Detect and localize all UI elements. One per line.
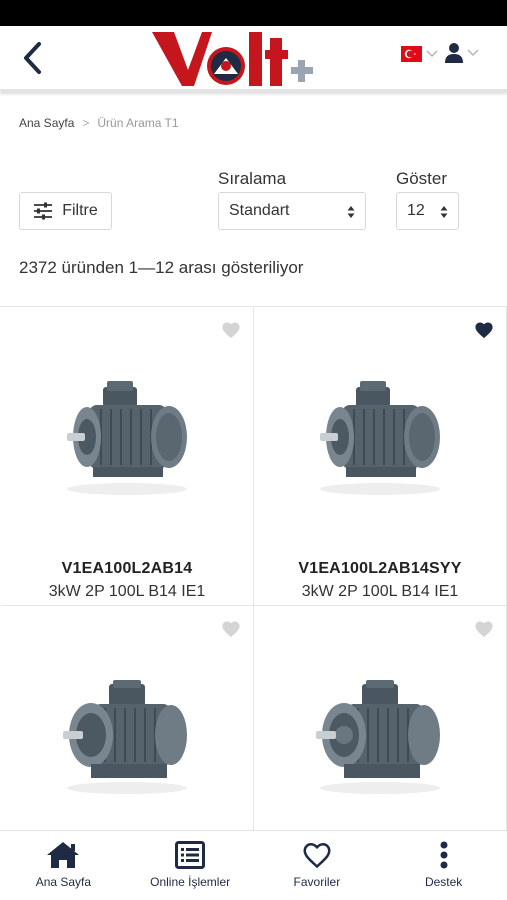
- favorite-heart-icon[interactable]: [221, 620, 241, 638]
- breadcrumb-home-link[interactable]: Ana Sayfa: [19, 116, 74, 130]
- status-bar: [0, 0, 507, 26]
- breadcrumb: Ana Sayfa > Ürün Arama T1: [19, 116, 179, 130]
- user-account-button[interactable]: [444, 42, 479, 64]
- favorite-heart-icon[interactable]: [221, 321, 241, 339]
- electric-motor-image: [320, 381, 440, 495]
- product-code[interactable]: V1EA100L2AB14: [1, 560, 253, 578]
- product-description: 3kW 2P 100L B14 IE1: [48, 583, 206, 600]
- nav-support-label: Destek: [424, 875, 463, 889]
- chevron-left-icon: [24, 42, 41, 74]
- filter-label: Filtre: [62, 202, 98, 219]
- chevron-down-icon: [426, 50, 438, 58]
- sliders-icon: [34, 202, 53, 220]
- more-vertical-icon: [440, 841, 448, 869]
- favorite-heart-icon[interactable]: [474, 321, 494, 339]
- bottom-navigation: Ana Sayfa Online İşlemler Favoriler Dest…: [0, 830, 507, 900]
- product-code[interactable]: V1EA100L2AB14SYY: [254, 560, 506, 578]
- product-card[interactable]: V1EA100L2AB14 3kW 2P 100L B14 IE1: [1, 307, 254, 606]
- app-header: [0, 26, 507, 92]
- show-count-value: 12: [407, 202, 425, 219]
- electric-motor-image: [316, 680, 440, 794]
- filter-button[interactable]: Filtre: [19, 192, 112, 230]
- result-summary: 2372 üründen 1—12 arası gösteriliyor: [19, 258, 304, 277]
- nav-favorites-label: Favoriler: [293, 875, 341, 889]
- nav-online-operations-label: Online İşlemler: [150, 875, 231, 889]
- nav-favorites[interactable]: Favoriler: [254, 831, 381, 900]
- product-card[interactable]: [1, 606, 254, 830]
- back-button[interactable]: [14, 36, 50, 80]
- breadcrumb-separator: >: [82, 116, 90, 130]
- turkey-flag-icon: [401, 46, 422, 62]
- sort-label: Sıralama: [218, 169, 287, 188]
- sort-arrows-icon: [440, 206, 448, 218]
- electric-motor-image: [67, 381, 187, 495]
- electric-motor-image: [63, 680, 187, 794]
- language-selector[interactable]: [401, 46, 438, 62]
- nav-home[interactable]: Ana Sayfa: [0, 831, 127, 900]
- product-card[interactable]: [254, 606, 507, 830]
- breadcrumb-current: Ürün Arama T1: [97, 116, 179, 130]
- nav-home-label: Ana Sayfa: [35, 875, 92, 889]
- heart-icon: [303, 842, 331, 869]
- nav-support[interactable]: Destek: [380, 831, 507, 900]
- product-grid: V1EA100L2AB14 3kW 2P 100L B14 IE1 V1EA10…: [0, 306, 507, 830]
- list-icon: [175, 841, 206, 869]
- show-count-select[interactable]: 12: [396, 192, 459, 230]
- sort-select[interactable]: Standart: [218, 192, 366, 230]
- volt-logo: [152, 32, 313, 86]
- product-card[interactable]: V1EA100L2AB14SYY 3kW 2P 100L B14 IE1: [254, 307, 507, 606]
- product-description: 3kW 2P 100L B14 IE1: [301, 583, 459, 600]
- chevron-down-icon: [467, 49, 479, 57]
- favorite-heart-icon[interactable]: [474, 620, 494, 638]
- home-icon: [47, 842, 80, 868]
- show-label: Göster: [396, 169, 448, 188]
- user-icon: [445, 43, 463, 63]
- nav-online-operations[interactable]: Online İşlemler: [127, 831, 254, 900]
- sort-arrows-icon: [347, 206, 355, 218]
- sort-select-value: Standart: [229, 202, 290, 219]
